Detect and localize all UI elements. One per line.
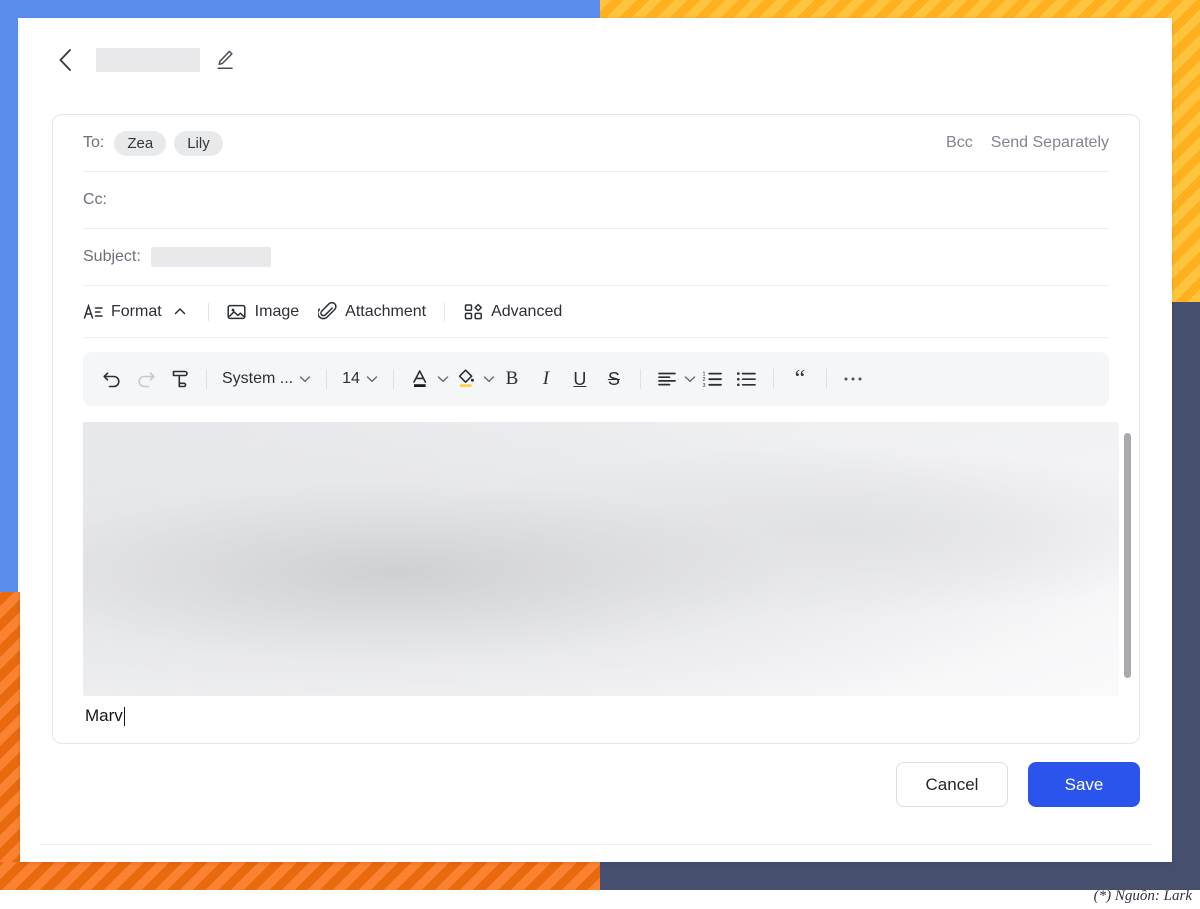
blockquote-icon[interactable]: “ <box>783 362 817 396</box>
highlight-paint-bucket-icon[interactable] <box>449 362 483 396</box>
text-color-A-icon[interactable] <box>403 362 437 396</box>
font-size-value: 14 <box>342 370 360 387</box>
footer-divider <box>40 844 1152 845</box>
italic-button[interactable]: I <box>529 362 563 396</box>
format-text-icon <box>83 302 103 322</box>
strikethrough-label: S <box>607 368 620 389</box>
mail-compose-window: To: Zea Lily Bcc Send Separately Cc: Sub… <box>20 18 1172 862</box>
insert-image-button[interactable]: Image <box>227 302 317 322</box>
to-row-actions: Bcc Send Separately <box>946 134 1109 152</box>
chevron-down-icon <box>483 375 495 383</box>
more-horizontal-icon[interactable] <box>836 362 870 396</box>
decoration-blue-bar-top <box>0 0 600 18</box>
editor-scrollbar-thumb[interactable] <box>1124 433 1131 678</box>
format-painter-icon[interactable] <box>163 362 197 396</box>
decoration-navy-bar-bottom <box>600 862 1200 890</box>
text-color-control[interactable] <box>403 362 449 396</box>
text-cursor <box>123 706 126 726</box>
decoration-navy-bar-right <box>1172 302 1200 890</box>
advanced-label: Advanced <box>491 302 563 320</box>
format-label: Format <box>111 302 162 320</box>
paperclip-icon <box>317 302 337 322</box>
image-label: Image <box>254 302 300 320</box>
pencil-edit-icon[interactable] <box>214 48 236 72</box>
rich-text-toolbar: System ... 14 B I U S 1 2 3 “ <box>83 352 1109 406</box>
format-action-bar: Format Image Attachment Advanced <box>83 286 1109 338</box>
to-label: To: <box>83 134 105 151</box>
recipients-to-row[interactable]: To: Zea Lily Bcc Send Separately <box>83 115 1109 172</box>
bold-label: B <box>505 368 519 389</box>
message-body-editor[interactable]: Marv <box>83 422 1119 726</box>
decoration-orange-stripes-bottom <box>0 862 600 890</box>
font-size-select[interactable]: 14 <box>336 362 384 396</box>
divider <box>444 302 446 321</box>
recipients-cc-row[interactable]: Cc: <box>83 172 1109 229</box>
window-header <box>20 18 1172 102</box>
divider <box>392 369 394 389</box>
cancel-button[interactable]: Cancel <box>896 762 1008 807</box>
signature-text[interactable]: Marv <box>85 706 126 726</box>
bcc-button[interactable]: Bcc <box>946 134 973 152</box>
dialog-footer: Cancel Save <box>52 762 1140 807</box>
editor-scrollbar-track[interactable] <box>1124 433 1131 683</box>
format-button[interactable]: Format <box>83 302 208 322</box>
chevron-down-icon <box>299 375 311 383</box>
underline-button[interactable]: U <box>563 362 597 396</box>
numbered-list-icon[interactable]: 1 2 3 <box>696 362 730 396</box>
bullet-list-icon[interactable] <box>730 362 764 396</box>
divider <box>639 369 641 389</box>
svg-text:3: 3 <box>703 383 706 388</box>
grid-blocks-icon <box>463 302 483 322</box>
attachment-button[interactable]: Attachment <box>317 302 444 322</box>
attachment-label: Attachment <box>345 302 427 320</box>
message-body-redacted <box>83 422 1119 696</box>
subject-input-redacted[interactable] <box>150 247 271 267</box>
chevron-down-icon <box>366 375 378 383</box>
bold-button[interactable]: B <box>495 362 529 396</box>
source-attribution: (*) Nguồn: Lark <box>1093 888 1192 904</box>
decoration-blue-bar-left <box>0 0 18 592</box>
compose-panel: To: Zea Lily Bcc Send Separately Cc: Sub… <box>52 114 1140 744</box>
divider <box>207 302 209 321</box>
underline-label: U <box>573 368 587 389</box>
save-button[interactable]: Save <box>1028 762 1140 807</box>
recipient-chip[interactable]: Zea <box>114 130 167 156</box>
cc-label: Cc: <box>83 191 107 208</box>
signature-value: Marv <box>85 706 123 725</box>
recipient-chip[interactable]: Lily <box>174 130 223 156</box>
chevron-down-icon <box>684 375 696 383</box>
send-separately-button[interactable]: Send Separately <box>991 134 1109 152</box>
redo-arrow-icon[interactable] <box>129 362 163 396</box>
divider <box>772 369 774 389</box>
strikethrough-button[interactable]: S <box>597 362 631 396</box>
chevron-up-icon <box>170 302 190 322</box>
back-icon[interactable] <box>52 47 78 73</box>
align-left-icon[interactable] <box>650 362 684 396</box>
font-family-select[interactable]: System ... <box>216 362 317 396</box>
quote-glyph: “ <box>794 366 806 392</box>
chevron-down-icon <box>437 375 449 383</box>
window-title-redacted <box>96 48 200 72</box>
divider <box>326 369 328 389</box>
advanced-button[interactable]: Advanced <box>463 302 580 322</box>
to-recipient-chips: Zea Lily <box>114 130 223 156</box>
undo-arrow-icon[interactable] <box>95 362 129 396</box>
subject-label: Subject: <box>83 248 141 265</box>
image-icon <box>227 302 247 322</box>
italic-label: I <box>542 368 550 389</box>
divider <box>206 369 207 389</box>
highlight-color-control[interactable] <box>449 362 495 396</box>
screenshot-stage: To: Zea Lily Bcc Send Separately Cc: Sub… <box>0 0 1200 909</box>
subject-row[interactable]: Subject: <box>83 229 1109 286</box>
divider <box>825 369 827 389</box>
alignment-control[interactable] <box>650 362 696 396</box>
font-family-value: System ... <box>222 370 294 387</box>
